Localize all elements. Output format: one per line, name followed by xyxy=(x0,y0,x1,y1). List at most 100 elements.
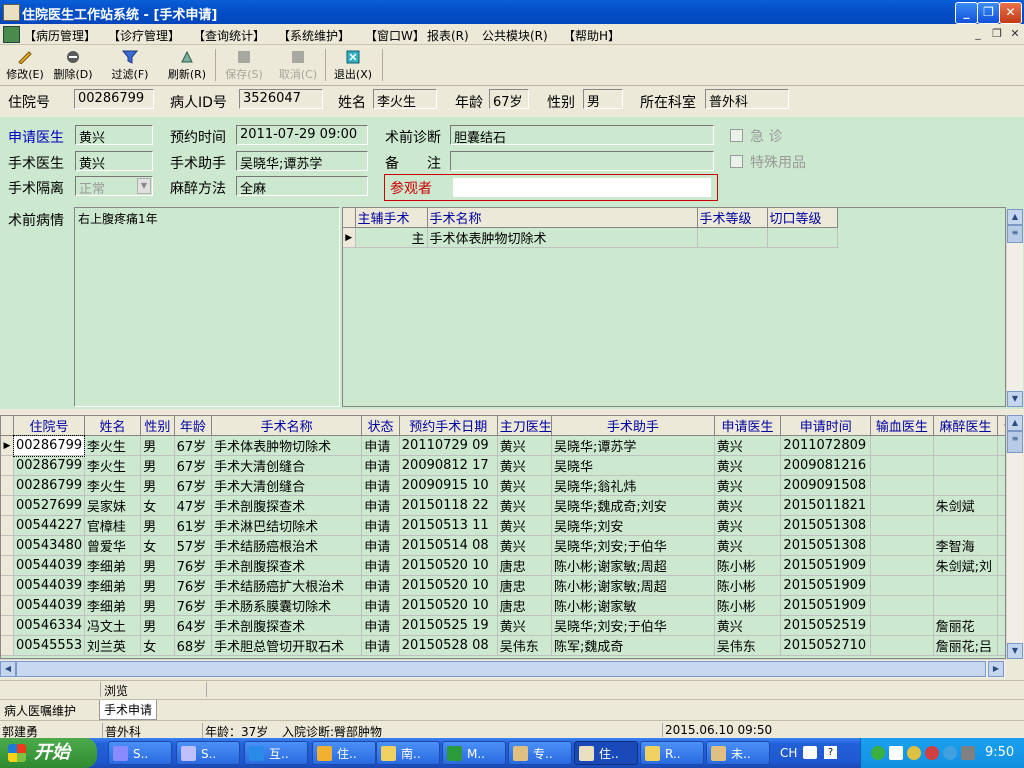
table-row[interactable]: 00544039 李细弟男 76岁 手术肠系膜囊切除术 申请 20150520 10 唐忠陈… xyxy=(1,595,1005,616)
table-row[interactable]: 00527699 吴家妹女 47岁 手术剖腹探查术 申请 20150118 22 黄兴 吴晓华… xyxy=(1,495,1005,516)
scroll-down-icon[interactable]: ▼ xyxy=(1007,391,1023,407)
ops-col-header[interactable]: 手术名称 xyxy=(427,208,698,228)
table-cell[interactable]: 申请 xyxy=(361,435,400,456)
table-cell[interactable]: 20150525 19 xyxy=(399,615,498,636)
table-cell[interactable]: 陈小彬;谢家敏 xyxy=(551,595,715,616)
table-cell[interactable]: 陈小彬 xyxy=(714,595,782,616)
applicant-field[interactable]: 黄兴 xyxy=(75,125,153,145)
table-cell[interactable]: 吴晓华;谭苏学 xyxy=(551,435,715,456)
condition-textarea[interactable]: 右上腹疼痛1年 xyxy=(74,207,340,407)
list-col-header[interactable]: 输血医生 xyxy=(870,416,934,436)
tab-orders[interactable]: 病人医嘱维护 xyxy=(4,702,76,719)
table-cell[interactable]: 李细弟 xyxy=(84,555,142,576)
table-cell[interactable]: 申请 xyxy=(361,535,400,556)
tab-surgery-application[interactable]: 手术申请 xyxy=(99,700,158,720)
list-col-header[interactable]: 麻醉医生 xyxy=(933,416,999,436)
table-cell[interactable]: 黄兴 xyxy=(714,435,782,456)
table-cell[interactable]: 00544227 xyxy=(13,515,85,536)
table-cell[interactable]: 61岁 xyxy=(174,515,213,536)
table-cell[interactable]: 20150520 10 xyxy=(399,595,498,616)
maximize-button[interactable]: ❐ xyxy=(977,2,1000,24)
scroll-thumb[interactable]: ≡ xyxy=(1007,225,1023,243)
hscroll-thumb[interactable] xyxy=(16,661,986,677)
menu-public[interactable]: 公共模块(R) xyxy=(482,27,548,44)
ops-cell[interactable] xyxy=(767,227,838,248)
menu-query[interactable]: 【查询统计】 xyxy=(193,27,265,44)
table-cell[interactable]: 唐忠 xyxy=(497,595,553,616)
table-cell[interactable]: 2015051909 xyxy=(780,595,872,616)
observer-input[interactable] xyxy=(453,178,711,197)
table-cell[interactable]: 黄兴 xyxy=(497,435,553,456)
table-cell[interactable]: 申请 xyxy=(361,615,400,636)
table-cell[interactable]: 吴晓华 xyxy=(551,455,715,476)
ops-cell[interactable] xyxy=(697,227,768,248)
table-cell[interactable]: 20090915 10 xyxy=(399,475,498,496)
table-cell[interactable]: 男 xyxy=(140,515,175,536)
table-cell[interactable]: 男 xyxy=(140,615,175,636)
menu-help[interactable]: 【帮助H】 xyxy=(563,27,620,44)
task-button[interactable]: R.. xyxy=(640,741,704,765)
table-cell[interactable]: 申请 xyxy=(361,635,400,656)
table-cell[interactable]: 陈小彬 xyxy=(714,555,782,576)
table-cell[interactable]: 李细弟 xyxy=(84,595,142,616)
table-cell[interactable]: 2015052519 xyxy=(780,615,872,636)
table-cell[interactable]: 陈小彬;谢家敏;周超 xyxy=(551,575,715,596)
mail-icon[interactable] xyxy=(889,746,903,760)
table-cell[interactable]: 陈小彬 xyxy=(714,575,782,596)
table-cell[interactable]: 2009091508 xyxy=(780,475,872,496)
table-cell[interactable]: 2015051308 xyxy=(780,535,872,556)
ops-col-header[interactable]: 主辅手术 xyxy=(355,208,428,228)
table-cell[interactable]: 刘兰英 xyxy=(84,635,142,656)
table-cell[interactable]: 黄兴 xyxy=(714,475,782,496)
ops-col-header[interactable]: 切口等级 xyxy=(767,208,838,228)
list-col-header[interactable]: 姓名 xyxy=(84,416,142,436)
table-cell[interactable]: 67岁 xyxy=(174,435,213,456)
table-row[interactable]: 00544039 李细弟男 76岁 手术剖腹探查术 申请 20150520 10 唐忠 陈小彬… xyxy=(1,555,1005,576)
ops-cell[interactable]: 手术体表肿物切除术 xyxy=(427,227,698,248)
table-cell[interactable]: 申请 xyxy=(361,555,400,576)
table-cell[interactable]: 詹丽花;吕 xyxy=(933,635,999,656)
ops-col-header[interactable]: 手术等级 xyxy=(697,208,768,228)
modify-button[interactable]: 修改(E) xyxy=(0,47,50,83)
table-row[interactable]: 00286799 李火生男 67岁 手术大清创缝合 申请 20090915 10 黄兴 吴晓华… xyxy=(1,475,1005,496)
scroll-right-icon[interactable]: ▶ xyxy=(988,661,1004,677)
table-cell[interactable] xyxy=(997,595,1005,616)
table-cell[interactable]: 黄兴 xyxy=(714,495,782,516)
table-cell[interactable] xyxy=(997,495,1005,516)
table-cell[interactable] xyxy=(870,475,934,496)
table-cell[interactable] xyxy=(870,635,934,656)
table-cell[interactable] xyxy=(870,435,934,456)
table-cell[interactable]: 20150514 08 xyxy=(399,535,498,556)
task-button[interactable]: 南.. xyxy=(376,741,440,765)
scroll-up-icon[interactable]: ▲ xyxy=(1007,209,1023,225)
table-row[interactable]: 00544039 李细弟男 76岁 手术结肠癌扩大根治术 申请 20150520 10 唐忠… xyxy=(1,575,1005,596)
minimize-button[interactable]: _ xyxy=(955,2,978,24)
table-cell[interactable]: 申请 xyxy=(361,475,400,496)
table-cell[interactable]: 手术剖腹探查术 xyxy=(211,555,363,576)
ops-vertical-scrollbar[interactable]: ▲ ≡ ▼ xyxy=(1006,209,1023,407)
table-cell[interactable]: 吴晓华;刘安 xyxy=(551,515,715,536)
appt-time-field[interactable]: 2011-07-29 09:00 xyxy=(236,125,368,145)
table-cell[interactable]: 曾爱华 xyxy=(84,535,142,556)
table-cell[interactable]: 黄兴 xyxy=(714,455,782,476)
table-cell[interactable]: 20150520 10 xyxy=(399,575,498,596)
list-vertical-scrollbar[interactable]: ▲ ≡ ▼ xyxy=(1006,415,1023,659)
table-cell[interactable]: 20090812 17 xyxy=(399,455,498,476)
isolation-select[interactable]: 正常 ▼ xyxy=(75,176,153,196)
task-button[interactable]: M.. xyxy=(442,741,506,765)
menu-diagnosis[interactable]: 【诊疗管理】 xyxy=(108,27,180,44)
table-cell[interactable]: 00544039 xyxy=(13,555,85,576)
scroll-up-icon[interactable]: ▲ xyxy=(1007,415,1023,431)
list-col-header[interactable]: 主刀医生 xyxy=(497,416,553,436)
table-cell[interactable] xyxy=(933,475,999,496)
table-cell[interactable]: 申请 xyxy=(361,575,400,596)
save-button[interactable]: 保存(S) xyxy=(219,47,269,83)
table-cell[interactable]: 00286799 xyxy=(12,434,86,457)
mdi-minimize-icon[interactable]: _ xyxy=(971,27,985,41)
table-cell[interactable]: 吴家妹 xyxy=(84,495,142,516)
table-cell[interactable]: 手术结肠癌根治术 xyxy=(211,535,363,556)
table-cell[interactable] xyxy=(933,435,999,456)
table-cell[interactable] xyxy=(870,575,934,596)
list-col-header[interactable]: 手术名称 xyxy=(211,416,363,436)
table-cell[interactable]: 00286799 xyxy=(13,455,85,476)
